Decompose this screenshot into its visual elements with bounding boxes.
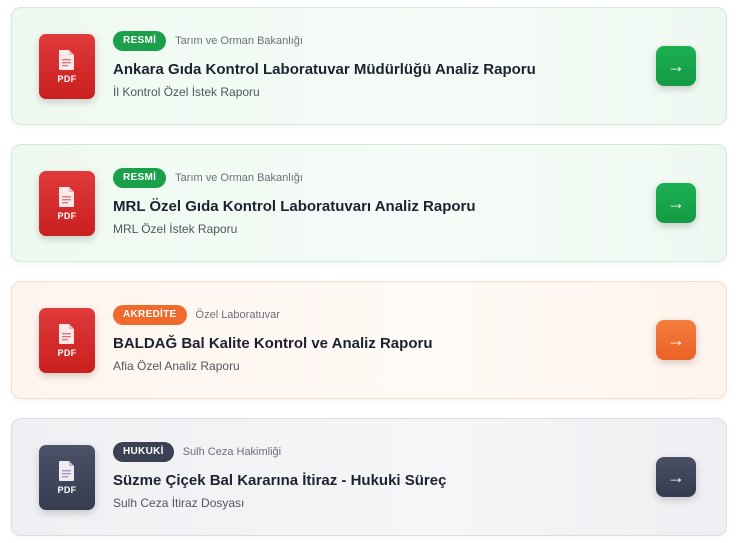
open-report-button[interactable]: → [656, 183, 696, 223]
source-label: Tarım ve Orman Bakanlığı [175, 172, 303, 184]
report-subtitle: MRL Özel İstek Raporu [113, 222, 238, 236]
category-badge: RESMİ [113, 31, 167, 51]
document-icon [59, 460, 74, 481]
arrow-right-icon: → [667, 466, 685, 487]
source-label: Sulh Ceza Hakimliği [182, 446, 282, 458]
document-icon [59, 186, 74, 207]
report-title: Ankara Gıda Kontrol Laboratuvar Müdürlüğ… [113, 61, 536, 78]
pdf-label: PDF [57, 347, 77, 358]
pdf-label: PDF [57, 210, 77, 221]
document-icon [59, 323, 74, 344]
arrow-right-icon: → [667, 329, 685, 350]
report-subtitle: Sulh Ceza İtiraz Dosyası [113, 496, 245, 510]
report-title: Süzme Çiçek Bal Kararına İtiraz - Hukuki… [113, 472, 447, 489]
report-subtitle: Afia Özel Analiz Raporu [113, 359, 240, 373]
document-icon [59, 49, 74, 70]
pdf-label: PDF [57, 73, 77, 84]
source-label: Tarım ve Orman Bakanlığı [175, 35, 303, 47]
arrow-right-icon: → [667, 55, 685, 76]
report-list: PDF RESMİ Tarım ve Orman Bakanlığı Ankar… [11, 7, 727, 543]
report-title: MRL Özel Gıda Kontrol Laboratuvarı Anali… [113, 198, 476, 215]
report-card[interactable]: PDF RESMİ Tarım ve Orman Bakanlığı MRL Ö… [11, 144, 727, 262]
report-card[interactable]: PDF HUKUKİ Sulh Ceza Hakimliği Süzme Çiç… [11, 418, 727, 536]
report-card[interactable]: PDF AKREDİTE Özel Laboratuvar BALDAĞ Bal… [11, 281, 727, 399]
pdf-file-icon: PDF [39, 445, 95, 510]
pdf-label: PDF [57, 484, 77, 495]
category-badge: HUKUKİ [113, 442, 174, 462]
open-report-button[interactable]: → [656, 46, 696, 86]
open-report-button[interactable]: → [656, 457, 696, 497]
pdf-file-icon: PDF [39, 308, 95, 373]
open-report-button[interactable]: → [656, 320, 696, 360]
report-title: BALDAĞ Bal Kalite Kontrol ve Analiz Rapo… [113, 335, 433, 352]
pdf-file-icon: PDF [39, 171, 95, 236]
report-subtitle: İl Kontrol Özel İstek Raporu [113, 85, 260, 99]
source-label: Özel Laboratuvar [195, 309, 280, 321]
report-card[interactable]: PDF RESMİ Tarım ve Orman Bakanlığı Ankar… [11, 7, 727, 125]
category-badge: AKREDİTE [113, 305, 187, 325]
arrow-right-icon: → [667, 192, 685, 213]
pdf-file-icon: PDF [39, 34, 95, 99]
category-badge: RESMİ [113, 168, 167, 188]
